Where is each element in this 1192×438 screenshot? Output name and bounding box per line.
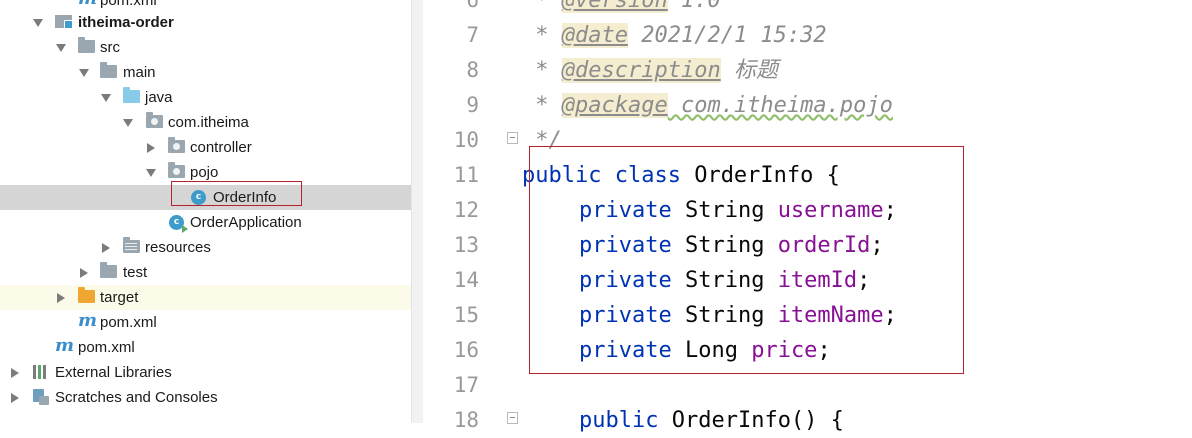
fold-marker-icon[interactable] — [507, 412, 518, 424]
line-number: 14 — [453, 268, 479, 292]
line-number: 12 — [453, 198, 479, 222]
panel-splitter[interactable] — [411, 0, 423, 423]
excluded-folder-icon — [78, 287, 95, 303]
line-number: 8 — [466, 58, 479, 82]
line-number: 7 — [466, 23, 479, 47]
tree-item-com-itheima[interactable]: com.itheima — [0, 110, 411, 135]
tree-item-target[interactable]: target — [0, 285, 411, 310]
code-line-7: * @date 2021/2/1 15:32 — [522, 23, 827, 48]
line-number: 18 — [453, 408, 479, 432]
chevron-down-icon[interactable] — [56, 44, 66, 52]
chevron-right-icon[interactable] — [80, 268, 88, 278]
folder-icon — [100, 262, 117, 278]
line-number: 10 — [453, 128, 479, 152]
resources-folder-icon — [123, 237, 140, 253]
tree-item-controller[interactable]: controller — [0, 135, 411, 160]
line-number: 16 — [453, 338, 479, 362]
tree-item-itheima-order[interactable]: itheima-order — [0, 10, 411, 35]
line-number: 13 — [453, 233, 479, 257]
chevron-down-icon[interactable] — [33, 19, 43, 27]
code-line-9: * @package com.itheima.pojo — [522, 93, 893, 118]
line-number: 6 — [466, 0, 479, 12]
fold-marker-icon[interactable] — [507, 132, 518, 144]
line-number: 15 — [453, 303, 479, 327]
tree-item-main[interactable]: main — [0, 60, 411, 85]
maven-icon: m — [78, 310, 98, 331]
class-annotation-box — [529, 146, 964, 374]
tree-item-project-pom[interactable]: m pom.xml — [0, 335, 411, 360]
line-number: 17 — [453, 373, 479, 397]
chevron-down-icon[interactable] — [123, 119, 133, 127]
folder-icon — [100, 62, 117, 78]
package-icon — [168, 162, 185, 178]
tree-item-src[interactable]: src — [0, 35, 411, 60]
libraries-icon — [33, 365, 50, 379]
folder-icon — [78, 37, 95, 53]
chevron-down-icon[interactable] — [101, 94, 111, 102]
code-line-6: * @version 1.0 — [522, 0, 721, 18]
tree-item-orderapplication[interactable]: c OrderApplication — [0, 210, 411, 235]
project-tree: m pom.xml itheima-order src main java co… — [0, 0, 411, 423]
chevron-right-icon[interactable] — [102, 243, 110, 253]
chevron-right-icon[interactable] — [11, 368, 19, 378]
code-line-18: public OrderInfo() { — [579, 408, 844, 433]
tree-item-test[interactable]: test — [0, 260, 411, 285]
chevron-right-icon[interactable] — [11, 393, 19, 403]
selected-file-annotation-box — [171, 181, 302, 206]
code-line-8: * @description 标题 — [522, 58, 778, 83]
module-icon — [55, 15, 73, 29]
scratches-icon — [33, 389, 49, 405]
maven-icon: m — [78, 0, 97, 8]
tree-item-external-libraries[interactable]: External Libraries — [0, 360, 411, 385]
maven-icon: m — [55, 335, 75, 356]
line-number: 11 — [453, 163, 479, 187]
editor-gutter: 6 7 8 9 10 11 12 13 14 15 16 17 18 — [423, 0, 502, 432]
runnable-class-icon: c — [169, 215, 188, 233]
tree-item-module-pom[interactable]: m pom.xml — [0, 310, 411, 335]
package-icon — [146, 112, 163, 128]
source-folder-icon — [123, 87, 140, 103]
tree-item-resources[interactable]: resources — [0, 235, 411, 260]
tree-item-scratches[interactable]: Scratches and Consoles — [0, 385, 411, 410]
line-number: 9 — [466, 93, 479, 117]
tree-item-java[interactable]: java — [0, 85, 411, 110]
package-icon — [168, 137, 185, 153]
chevron-right-icon[interactable] — [147, 143, 155, 153]
chevron-down-icon[interactable] — [146, 169, 156, 177]
chevron-right-icon[interactable] — [57, 293, 65, 303]
chevron-down-icon[interactable] — [79, 69, 89, 77]
